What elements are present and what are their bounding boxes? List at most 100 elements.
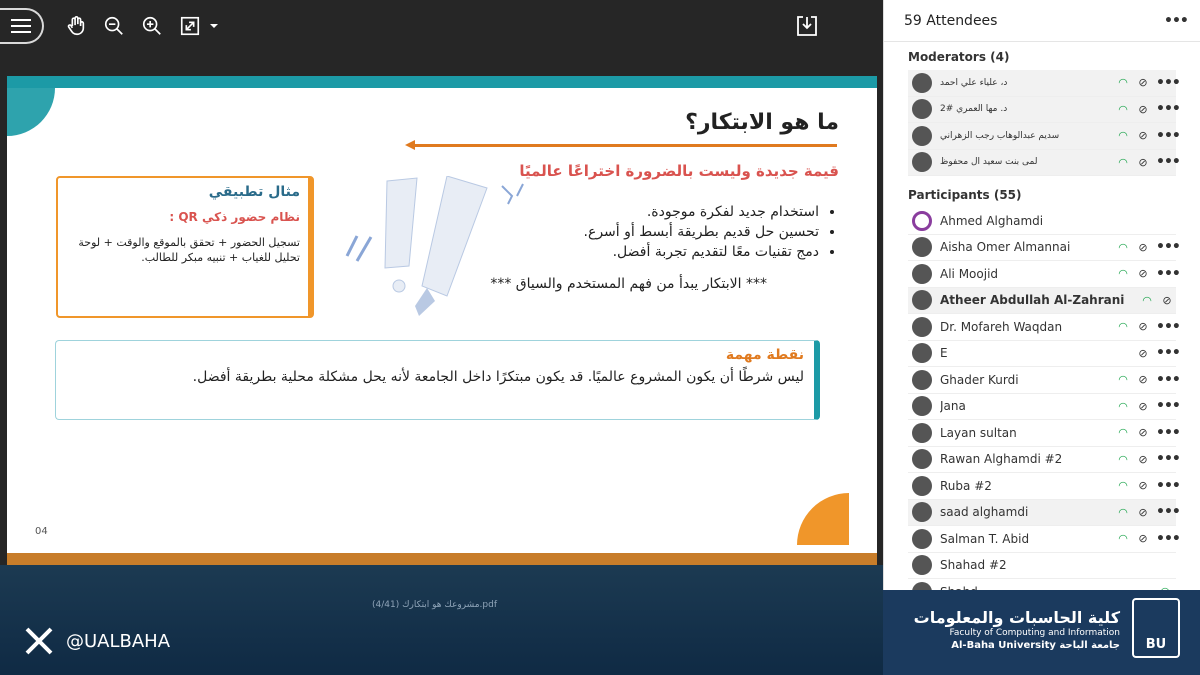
- more-options-icon[interactable]: •••: [1156, 128, 1181, 144]
- attendee-row[interactable]: Ali Moojid ◠ ⊘ •••: [908, 261, 1181, 288]
- signal-icon: ◠: [1118, 76, 1128, 90]
- attendee-row[interactable]: Shahad #2: [908, 553, 1176, 579]
- attendee-row[interactable]: Aisha Omer Almannai ◠ ⊘ •••: [908, 235, 1181, 261]
- signal-icon: ◠: [1118, 102, 1128, 116]
- moderators-list: د، علياء علي أحمد ◠ ⊘ ••• د. مها العمري #2 ◠ ⊘…: [884, 70, 1200, 176]
- mic-muted-icon[interactable]: ⊘: [1138, 241, 1148, 254]
- attendee-name: د، علياء علي أحمد: [940, 77, 1008, 88]
- mic-muted-icon[interactable]: ⊘: [1138, 267, 1148, 280]
- more-options-icon[interactable]: •••: [1156, 531, 1181, 547]
- signal-icon: ◠: [1118, 240, 1128, 254]
- mic-muted-icon[interactable]: ⊘: [1138, 400, 1148, 413]
- more-options-icon[interactable]: •••: [1156, 239, 1181, 255]
- zoom-out-icon[interactable]: [100, 12, 128, 40]
- download-icon[interactable]: [793, 12, 821, 40]
- faculty-name-arabic: كلية الحاسبات والمعلومات: [913, 608, 1120, 627]
- mic-muted-icon[interactable]: ⊘: [1138, 76, 1148, 89]
- more-options-icon[interactable]: •••: [1156, 75, 1181, 91]
- more-options-icon[interactable]: •••: [1156, 504, 1181, 520]
- signal-icon: ◠: [1118, 320, 1128, 334]
- attendee-name: Rawan Alghamdi #2: [940, 452, 1063, 467]
- avatar: [912, 237, 932, 258]
- hamburger-icon: [11, 25, 31, 27]
- more-options-icon[interactable]: •••: [1156, 451, 1181, 467]
- attendee-row[interactable]: Layan sultan ◠ ⊘ •••: [908, 420, 1181, 447]
- attendee-status-icons: ◠ ⊘ •••: [1116, 75, 1181, 91]
- more-options-icon[interactable]: •••: [1164, 13, 1189, 29]
- more-options-icon[interactable]: •••: [1156, 154, 1181, 170]
- attendee-name: Jana: [940, 399, 966, 414]
- participants-list: Ahmed Alghamdi Aisha Omer Almannai ◠ ⊘ ••• Al…: [884, 208, 1200, 606]
- attendee-row[interactable]: سديم عبدالوهاب رجب الزهراني ◠ ⊘ •••: [908, 123, 1181, 150]
- attendee-name: Ahmed Alghamdi: [940, 213, 1044, 228]
- more-options-icon[interactable]: •••: [1156, 478, 1181, 494]
- attendees-header: 59 Attendees •••: [884, 0, 1200, 42]
- faculty-name-english: Faculty of Computing and Information: [949, 628, 1120, 638]
- participants-title: Participants (55): [908, 188, 1022, 202]
- mic-muted-icon[interactable]: ⊘: [1138, 129, 1148, 142]
- avatar: [912, 210, 932, 231]
- attendee-status-icons: ◠ ⊘ •••: [1116, 398, 1181, 414]
- avatar: [912, 152, 932, 173]
- more-options-icon[interactable]: •••: [1156, 398, 1181, 414]
- bullet-note: *** الابتكار يبدأ من فهم المستخدم والسيا…: [490, 276, 767, 292]
- signal-icon: ◠: [1118, 267, 1128, 281]
- attendee-row[interactable]: saad alghamdi ◠ ⊘ •••: [908, 499, 1181, 526]
- mic-muted-icon[interactable]: ⊘: [1138, 320, 1148, 333]
- attendee-name: Ruba #2: [940, 478, 992, 493]
- attendee-row[interactable]: لمى بنت سعيد آل محفوظ ◠ ⊘ •••: [908, 149, 1181, 176]
- zoom-in-icon[interactable]: [138, 12, 166, 40]
- more-options-icon[interactable]: •••: [1156, 266, 1181, 282]
- mic-muted-icon[interactable]: ⊘: [1138, 426, 1148, 439]
- avatar: [912, 555, 932, 576]
- attendee-row[interactable]: د. مها العمري #2 ◠ ⊘ •••: [908, 96, 1181, 123]
- attendee-name: لمى بنت سعيد آل محفوظ: [940, 157, 1038, 168]
- menu-button[interactable]: [0, 8, 44, 44]
- attendee-row[interactable]: Dr. Mofareh Waqdan ◠ ⊘ •••: [908, 314, 1181, 341]
- attendee-row[interactable]: Ahmed Alghamdi: [908, 208, 1176, 235]
- social-handle-block: @UALBAHA: [24, 626, 170, 656]
- presentation-slide: ما هو الابتكار؟ قيمة جديدة وليست بالضرور…: [7, 76, 877, 565]
- mic-muted-icon[interactable]: ⊘: [1138, 532, 1148, 545]
- attendee-row[interactable]: E ⊘ •••: [908, 341, 1181, 367]
- avatar: [912, 99, 932, 120]
- mic-muted-icon[interactable]: ⊘: [1138, 453, 1148, 466]
- title-underline-arrow: [412, 144, 837, 147]
- signal-icon: ◠: [1118, 373, 1128, 387]
- mic-muted-icon[interactable]: ⊘: [1162, 294, 1172, 307]
- more-options-icon[interactable]: •••: [1156, 372, 1181, 388]
- chevron-down-icon[interactable]: [206, 12, 222, 40]
- attendee-row[interactable]: د، علياء علي أحمد ◠ ⊘ •••: [908, 70, 1181, 97]
- slide-bottom-bar: [7, 553, 877, 565]
- attendee-status-icons: ◠ ⊘ •••: [1116, 504, 1181, 520]
- avatar: [912, 343, 932, 364]
- attendee-row[interactable]: Ruba #2 ◠ ⊘ •••: [908, 473, 1181, 500]
- signal-icon: ◠: [1118, 505, 1128, 519]
- mic-muted-icon[interactable]: ⊘: [1138, 347, 1148, 360]
- mic-muted-icon[interactable]: ⊘: [1138, 156, 1148, 169]
- more-options-icon[interactable]: •••: [1156, 425, 1181, 441]
- fit-screen-icon[interactable]: [176, 12, 204, 40]
- mic-muted-icon[interactable]: ⊘: [1138, 506, 1148, 519]
- slide-corner-decoration-bottom: [797, 493, 849, 545]
- more-options-icon[interactable]: •••: [1156, 101, 1181, 117]
- signal-icon: ◠: [1142, 293, 1152, 307]
- attendee-name: Atheer Abdullah Al-Zahrani: [940, 293, 1125, 308]
- attendee-status-icons: ◠ ⊘ •••: [1116, 372, 1181, 388]
- more-options-icon[interactable]: •••: [1156, 345, 1181, 361]
- attendee-row[interactable]: Atheer Abdullah Al-Zahrani ◠ ⊘: [908, 287, 1176, 314]
- presentation-file-label: (4/41) مشروعك هو ابتكارك.pdf: [372, 600, 497, 610]
- attendee-row[interactable]: Jana ◠ ⊘ •••: [908, 394, 1181, 420]
- pan-hand-icon[interactable]: [62, 12, 90, 40]
- slide-corner-decoration: [7, 88, 55, 136]
- important-note-box: نقطة مهمة ليس شرطًا أن يكون المشروع عالم…: [55, 340, 820, 420]
- avatar: [912, 449, 932, 470]
- attendee-row[interactable]: Ghader Kurdi ◠ ⊘ •••: [908, 367, 1181, 394]
- attendee-row[interactable]: Salman T. Abid ◠ ⊘ •••: [908, 526, 1181, 553]
- avatar: [912, 316, 932, 337]
- mic-muted-icon[interactable]: ⊘: [1138, 103, 1148, 116]
- mic-muted-icon[interactable]: ⊘: [1138, 373, 1148, 386]
- attendee-row[interactable]: Rawan Alghamdi #2 ◠ ⊘ •••: [908, 447, 1181, 473]
- mic-muted-icon[interactable]: ⊘: [1138, 479, 1148, 492]
- more-options-icon[interactable]: •••: [1156, 319, 1181, 335]
